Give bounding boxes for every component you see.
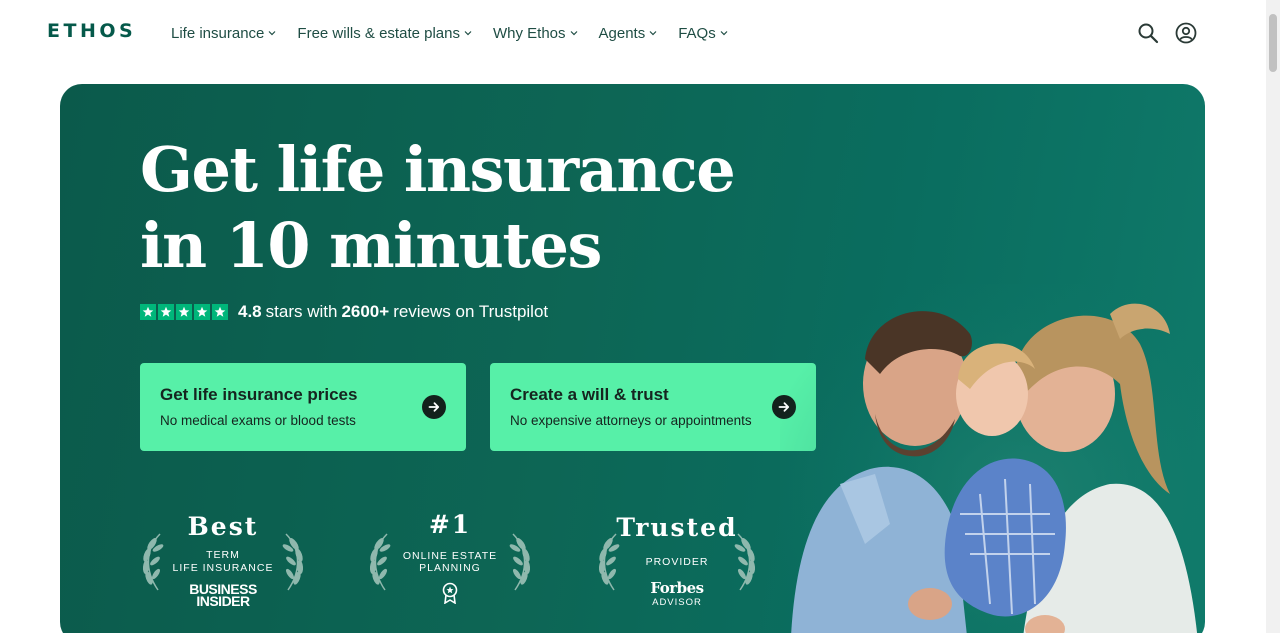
- nav-label: Why Ethos: [492, 24, 566, 42]
- award-line-1: TERM: [206, 549, 240, 561]
- cta-subtitle: No medical exams or blood tests: [160, 413, 356, 428]
- hero-title: Get life insurance in 10 minutes: [140, 132, 760, 284]
- star-icon: [140, 304, 156, 320]
- award-heading: Best: [187, 512, 259, 541]
- chevron-down-icon: [570, 31, 577, 36]
- award-best-term: Best TERM LIFE INSURANCE BUSINESS INSIDE…: [138, 510, 308, 614]
- award-line-1: PROVIDER: [645, 556, 709, 568]
- ethos-logo[interactable]: ETHOS: [47, 20, 136, 44]
- business-insider-logo-line-2: INSIDER: [196, 593, 250, 609]
- nav-label: FAQs: [678, 24, 716, 42]
- get-prices-button[interactable]: Get life insurance prices No medical exa…: [140, 363, 466, 451]
- account-icon[interactable]: [1175, 22, 1197, 44]
- star-rating: [140, 304, 230, 320]
- cta-title: Create a will & trust: [510, 385, 669, 404]
- site-header: ETHOS Life insurance Free wills & estate…: [0, 0, 1266, 66]
- award-ribbon-icon: [442, 582, 458, 604]
- nav-wills-estate[interactable]: Free wills & estate plans: [297, 22, 472, 44]
- page-scrollbar[interactable]: [1266, 0, 1280, 633]
- star-icon: [212, 304, 228, 320]
- search-icon[interactable]: [1137, 22, 1159, 44]
- hero-title-line-1: Get life insurance: [140, 133, 736, 206]
- chevron-down-icon: [268, 31, 276, 36]
- forbes-advisor-label: ADVISOR: [652, 597, 702, 608]
- chevron-down-icon: [649, 31, 657, 36]
- arrow-right-icon: [422, 395, 446, 419]
- trustpilot-rating[interactable]: 4.8 stars with 2600+ reviews on Trustpil…: [140, 302, 548, 322]
- award-line-2: LIFE INSURANCE: [172, 562, 274, 574]
- award-number-one: #1 ONLINE ESTATE PLANNING: [365, 510, 535, 614]
- award-heading: Trusted: [616, 513, 738, 542]
- create-will-button[interactable]: Create a will & trust No expensive attor…: [490, 363, 816, 451]
- award-line-2: PLANNING: [419, 562, 481, 574]
- star-icon: [194, 304, 210, 320]
- star-icon: [158, 304, 174, 320]
- nav-life-insurance[interactable]: Life insurance: [171, 22, 276, 44]
- cta-title: Get life insurance prices: [160, 385, 358, 404]
- review-count: 2600+: [341, 302, 390, 321]
- nav-label: Life insurance: [171, 24, 265, 42]
- award-heading: #1: [428, 510, 472, 539]
- rating-text-end: reviews on Trustpilot: [393, 302, 549, 321]
- cta-subtitle: No expensive attorneys or appointments: [510, 413, 752, 428]
- forbes-logo: Forbes: [650, 579, 704, 597]
- chevron-down-icon: [464, 31, 472, 36]
- rating-text-mid: stars with: [265, 302, 338, 321]
- main-nav: Life insurance Free wills & estate plans…: [171, 22, 749, 44]
- chevron-down-icon: [720, 31, 728, 36]
- hero-section: Get life insurance in 10 minutes 4.8 sta…: [60, 84, 1205, 633]
- nav-why-ethos[interactable]: Why Ethos: [493, 22, 578, 44]
- nav-label: Free wills & estate plans: [297, 24, 460, 42]
- scrollbar-thumb[interactable]: [1269, 14, 1277, 72]
- hero-title-line-2: in 10 minutes: [140, 209, 602, 282]
- rating-score: 4.8: [238, 302, 262, 321]
- nav-label: Agents: [598, 24, 646, 42]
- nav-agents[interactable]: Agents: [599, 22, 658, 44]
- family-photo: [780, 284, 1205, 633]
- star-icon: [176, 304, 192, 320]
- nav-faqs[interactable]: FAQs: [678, 22, 728, 44]
- award-trusted-provider: Trusted PROVIDER Forbes ADVISOR: [592, 510, 762, 614]
